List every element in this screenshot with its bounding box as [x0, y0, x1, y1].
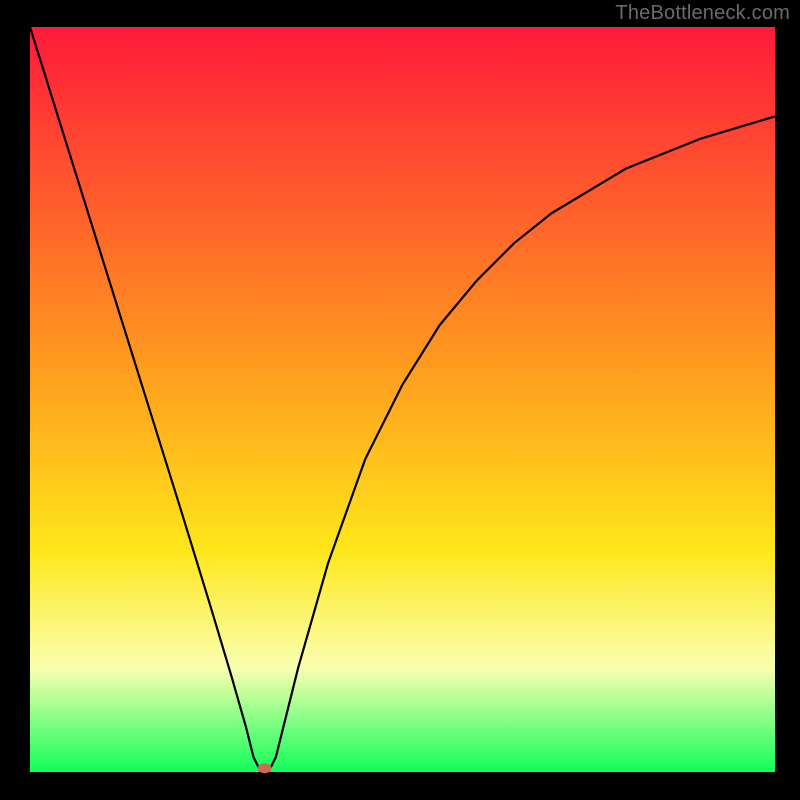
plot-background: [30, 27, 775, 772]
bottleneck-chart: [0, 0, 800, 800]
watermark-text: TheBottleneck.com: [615, 2, 790, 25]
optimal-point-marker: [258, 763, 272, 773]
chart-frame: TheBottleneck.com: [0, 0, 800, 800]
